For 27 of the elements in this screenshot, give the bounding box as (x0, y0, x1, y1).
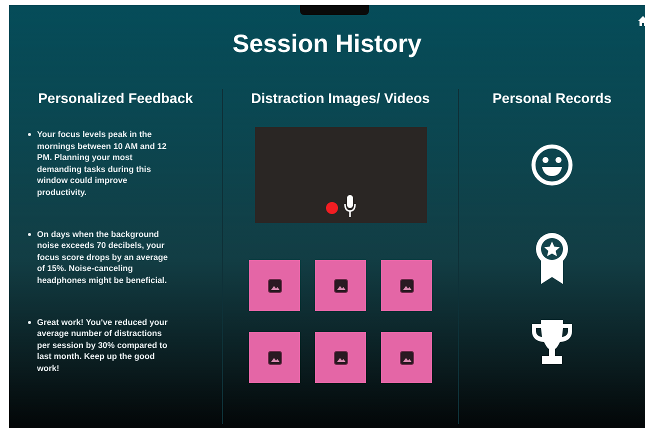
image-thumbnail[interactable] (381, 332, 432, 383)
image-icon (268, 278, 282, 292)
image-thumbnail[interactable] (249, 260, 300, 311)
image-icon (334, 350, 348, 364)
feedback-text: Great work! You've reduced your average number of distractions per session by 30% compared to last month. Keep up the good work! (37, 316, 168, 373)
bullet-icon (28, 320, 31, 324)
smiley-icon (531, 144, 573, 186)
feedback-text: On days when the background noise exceeds 70 decibels, your focus score drops by an average of 15%. Noise-canceling headphones might be beneficial. (37, 228, 168, 285)
bullet-icon (28, 133, 31, 136)
image-thumbnail[interactable] (381, 260, 432, 311)
home-icon[interactable] (638, 16, 645, 26)
image-thumbnail[interactable] (315, 260, 366, 311)
microphone-icon[interactable] (344, 195, 356, 217)
image-thumbnail[interactable] (315, 332, 366, 383)
section-heading: Distraction Images/ Videos (251, 89, 430, 107)
section-heading: Personal Records (492, 89, 612, 107)
feedback-text: Your focus levels peak in the mornings between 10 AM and 12 PM. Planning your most demanding tasks during this window could improve productivity. (37, 129, 167, 197)
section-heading: Personalized Feedback (38, 89, 193, 107)
image-icon (400, 350, 414, 364)
bullet-icon (28, 232, 31, 236)
image-icon (400, 278, 414, 292)
page-title: Session History (232, 29, 422, 60)
image-icon (334, 278, 348, 292)
award-ribbon-icon (535, 232, 569, 284)
image-thumbnail[interactable] (249, 332, 300, 383)
trophy-icon (531, 320, 573, 364)
image-icon (268, 350, 282, 364)
